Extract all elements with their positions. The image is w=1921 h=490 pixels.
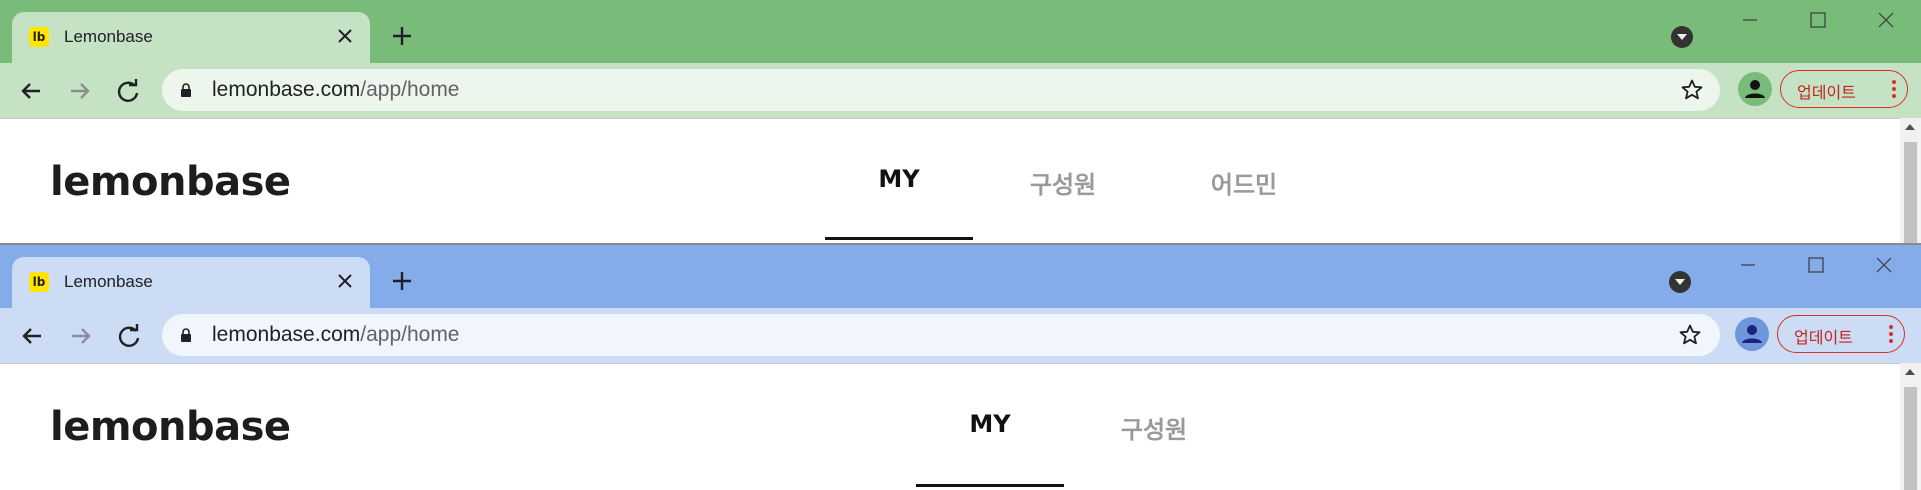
tab-title: Lemonbase	[64, 272, 153, 291]
profile-avatar-icon[interactable]	[1738, 72, 1772, 106]
tab-search-icon[interactable]	[1669, 271, 1691, 293]
lemonbase-favicon: lb	[29, 272, 49, 292]
maximize-icon[interactable]	[1806, 8, 1830, 32]
nav-tab-my[interactable]: MY	[916, 410, 1064, 438]
update-button[interactable]: 업데이트	[1780, 70, 1908, 108]
bookmark-star-icon[interactable]	[1680, 78, 1704, 102]
lemonbase-logo[interactable]: lemonbase	[50, 159, 291, 205]
scroll-up-icon[interactable]	[1905, 124, 1915, 130]
lock-icon	[181, 83, 191, 97]
browser-tab[interactable]: lb Lemonbase	[12, 12, 370, 63]
url-text[interactable]: lemonbase.com/app/home	[212, 79, 460, 101]
close-tab-icon[interactable]	[334, 270, 356, 292]
more-menu-icon[interactable]	[1891, 79, 1897, 99]
url-domain: lemonbase.com	[212, 78, 361, 101]
scrollbar-thumb[interactable]	[1904, 387, 1917, 490]
bookmark-star-icon[interactable]	[1678, 323, 1702, 347]
more-menu-icon[interactable]	[1888, 324, 1894, 344]
new-tab-icon[interactable]	[390, 269, 414, 293]
new-tab-icon[interactable]	[390, 24, 414, 48]
update-label: 업데이트	[1794, 328, 1853, 347]
scrollbar-thumb[interactable]	[1904, 142, 1917, 245]
url-path: /app/home	[360, 78, 460, 101]
url-path: /app/home	[360, 323, 460, 346]
lock-icon	[181, 328, 191, 342]
page-header: lemonbase MY 구성원 어드민	[0, 118, 1900, 245]
back-arrow-icon[interactable]	[16, 76, 46, 106]
address-bar[interactable]: lemonbase.com/app/home	[162, 69, 1720, 111]
scroll-up-icon[interactable]	[1905, 369, 1915, 375]
browser-window-1: lb Lemonbase lemonbase.com/app/home 업데이트…	[0, 0, 1921, 245]
back-arrow-icon[interactable]	[17, 321, 47, 351]
nav-tab-members[interactable]: 구성원	[1080, 410, 1228, 445]
url-domain: lemonbase.com	[212, 323, 361, 346]
lemonbase-favicon: lb	[29, 27, 49, 47]
page-header: lemonbase MY 구성원	[0, 363, 1900, 490]
vertical-scrollbar[interactable]	[1900, 363, 1921, 490]
browser-tab[interactable]: lb Lemonbase	[12, 257, 370, 308]
profile-avatar-icon[interactable]	[1735, 317, 1769, 351]
url-text[interactable]: lemonbase.com/app/home	[212, 324, 460, 346]
browser-window-2: lb Lemonbase lemonbase.com/app/home 업데이트…	[0, 245, 1921, 490]
vertical-scrollbar[interactable]	[1900, 118, 1921, 245]
close-window-icon[interactable]	[1872, 253, 1896, 277]
tab-title: Lemonbase	[64, 27, 153, 46]
nav-tab-members[interactable]: 구성원	[989, 165, 1137, 200]
active-tab-indicator	[916, 484, 1064, 487]
minimize-icon[interactable]	[1738, 8, 1762, 32]
maximize-icon[interactable]	[1804, 253, 1828, 277]
browser-toolbar: lemonbase.com/app/home 업데이트	[0, 308, 1921, 363]
reload-icon[interactable]	[114, 321, 144, 351]
active-tab-indicator	[825, 237, 973, 240]
minimize-icon[interactable]	[1736, 253, 1760, 277]
browser-toolbar: lemonbase.com/app/home 업데이트	[0, 63, 1921, 118]
reload-icon[interactable]	[113, 76, 143, 106]
address-bar[interactable]: lemonbase.com/app/home	[162, 314, 1720, 356]
tab-strip: lb Lemonbase	[0, 245, 1921, 308]
update-button[interactable]: 업데이트	[1777, 315, 1905, 353]
nav-tab-my[interactable]: MY	[825, 165, 973, 193]
forward-arrow-icon[interactable]	[66, 321, 96, 351]
tab-search-icon[interactable]	[1671, 26, 1693, 48]
lemonbase-logo[interactable]: lemonbase	[50, 404, 291, 450]
close-tab-icon[interactable]	[334, 25, 356, 47]
nav-tab-admin[interactable]: 어드민	[1170, 165, 1318, 200]
close-window-icon[interactable]	[1874, 8, 1898, 32]
forward-arrow-icon[interactable]	[65, 76, 95, 106]
tab-strip: lb Lemonbase	[0, 0, 1921, 63]
update-label: 업데이트	[1797, 83, 1856, 102]
